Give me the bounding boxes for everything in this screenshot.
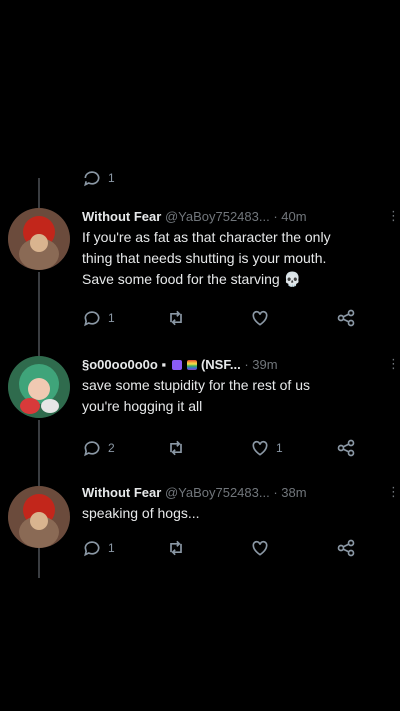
avatar[interactable] xyxy=(8,486,70,548)
tweet-text-line: speaking of hogs... xyxy=(82,505,200,521)
retweet-button[interactable] xyxy=(166,438,192,458)
user-handle[interactable]: @YaBoy752483... xyxy=(165,209,270,224)
tweet-header: §o00oo0o0o ▪ (NSF... · 39m xyxy=(82,356,400,374)
timestamp[interactable]: 39m xyxy=(252,357,277,372)
thread-line-bottom xyxy=(38,548,40,578)
reply-icon xyxy=(84,441,100,457)
reply-count: 2 xyxy=(108,441,115,455)
reply-count: 1 xyxy=(108,311,115,325)
tweet-text-line: Save some food for the starving xyxy=(82,271,280,287)
reply-button[interactable]: 1 xyxy=(82,538,115,558)
share-icon xyxy=(337,309,355,327)
reply-button[interactable]: 2 xyxy=(82,438,115,458)
reply-icon[interactable]: 1 xyxy=(82,168,115,188)
reply-icon xyxy=(84,541,100,557)
thread-line-middle xyxy=(38,272,40,356)
display-name-suffix[interactable]: (NSF... xyxy=(201,357,241,372)
more-icon[interactable]: ⋮ xyxy=(387,484,400,500)
thread-line-top xyxy=(38,178,40,208)
display-name[interactable]: Without Fear xyxy=(82,485,161,500)
share-button[interactable] xyxy=(336,438,356,458)
reply-icon xyxy=(84,311,100,327)
reply-button[interactable]: 1 xyxy=(82,308,115,328)
more-icon[interactable]: ⋮ xyxy=(387,208,400,224)
timestamp[interactable]: 38m xyxy=(281,485,306,500)
like-button[interactable]: 1 xyxy=(250,438,283,458)
tweet-actions: 1 xyxy=(82,308,362,332)
display-name[interactable]: §o00oo0o0o xyxy=(82,357,158,372)
tweet-header: Without Fear @YaBoy752483... · 38m xyxy=(82,484,400,502)
retweet-icon xyxy=(170,440,182,456)
retweet-button[interactable] xyxy=(166,308,192,328)
partial-action-row: 1 xyxy=(82,171,362,194)
share-icon xyxy=(337,439,355,457)
retweet-icon xyxy=(170,310,182,326)
tweet-3[interactable]: Without Fear @YaBoy752483... · 38m ⋮ spe… xyxy=(82,484,400,557)
like-count: 1 xyxy=(276,441,283,455)
user-handle[interactable]: @YaBoy752483... xyxy=(165,485,270,500)
like-icon xyxy=(252,540,268,556)
like-icon xyxy=(252,310,268,326)
tweet-text: save some stupidity for the rest of us y… xyxy=(82,375,400,417)
thread-line-lower xyxy=(38,420,40,486)
retweet-button[interactable] xyxy=(166,538,192,558)
avatar[interactable] xyxy=(8,208,70,270)
reply-count: 1 xyxy=(108,541,115,555)
reply-count: 1 xyxy=(108,171,115,185)
tweet-header: Without Fear @YaBoy752483... · 40m xyxy=(82,208,400,226)
tweet-text-line: thing that needs shutting is your mouth. xyxy=(82,250,327,266)
share-button[interactable] xyxy=(336,308,356,328)
timestamp[interactable]: 40m xyxy=(281,209,306,224)
tweet-text-line: If you're as fat as that character the o… xyxy=(82,229,331,245)
purple-badge-icon xyxy=(171,360,182,370)
tweet-actions: 1 xyxy=(82,538,362,562)
share-icon xyxy=(337,539,355,557)
display-name[interactable]: Without Fear xyxy=(82,209,161,224)
separator-dot: · xyxy=(273,209,278,224)
avatar[interactable] xyxy=(8,356,70,418)
share-button[interactable] xyxy=(336,538,356,558)
tweet-2[interactable]: §o00oo0o0o ▪ (NSF... · 39m ⋮ save some s… xyxy=(82,356,400,457)
pin-icon: ▪ xyxy=(161,357,167,372)
tweet-text-line: you're hogging it all xyxy=(82,398,203,414)
skull-emoji: 💀 xyxy=(283,271,301,287)
flag-icon xyxy=(187,360,198,370)
retweet-icon xyxy=(170,540,182,556)
like-button[interactable] xyxy=(250,538,276,558)
like-button[interactable] xyxy=(250,308,276,328)
like-icon xyxy=(252,440,268,456)
tweet-1[interactable]: Without Fear @YaBoy752483... · 40m ⋮ If … xyxy=(82,208,400,327)
separator-dot: · xyxy=(244,357,249,372)
separator-dot: · xyxy=(273,485,278,500)
more-icon[interactable]: ⋮ xyxy=(387,356,400,372)
tweet-actions: 2 1 xyxy=(82,438,362,462)
tweet-text: speaking of hogs... xyxy=(82,503,400,524)
tweet-text-line: save some stupidity for the rest of us xyxy=(82,377,310,393)
tweet-text: If you're as fat as that character the o… xyxy=(82,227,400,290)
